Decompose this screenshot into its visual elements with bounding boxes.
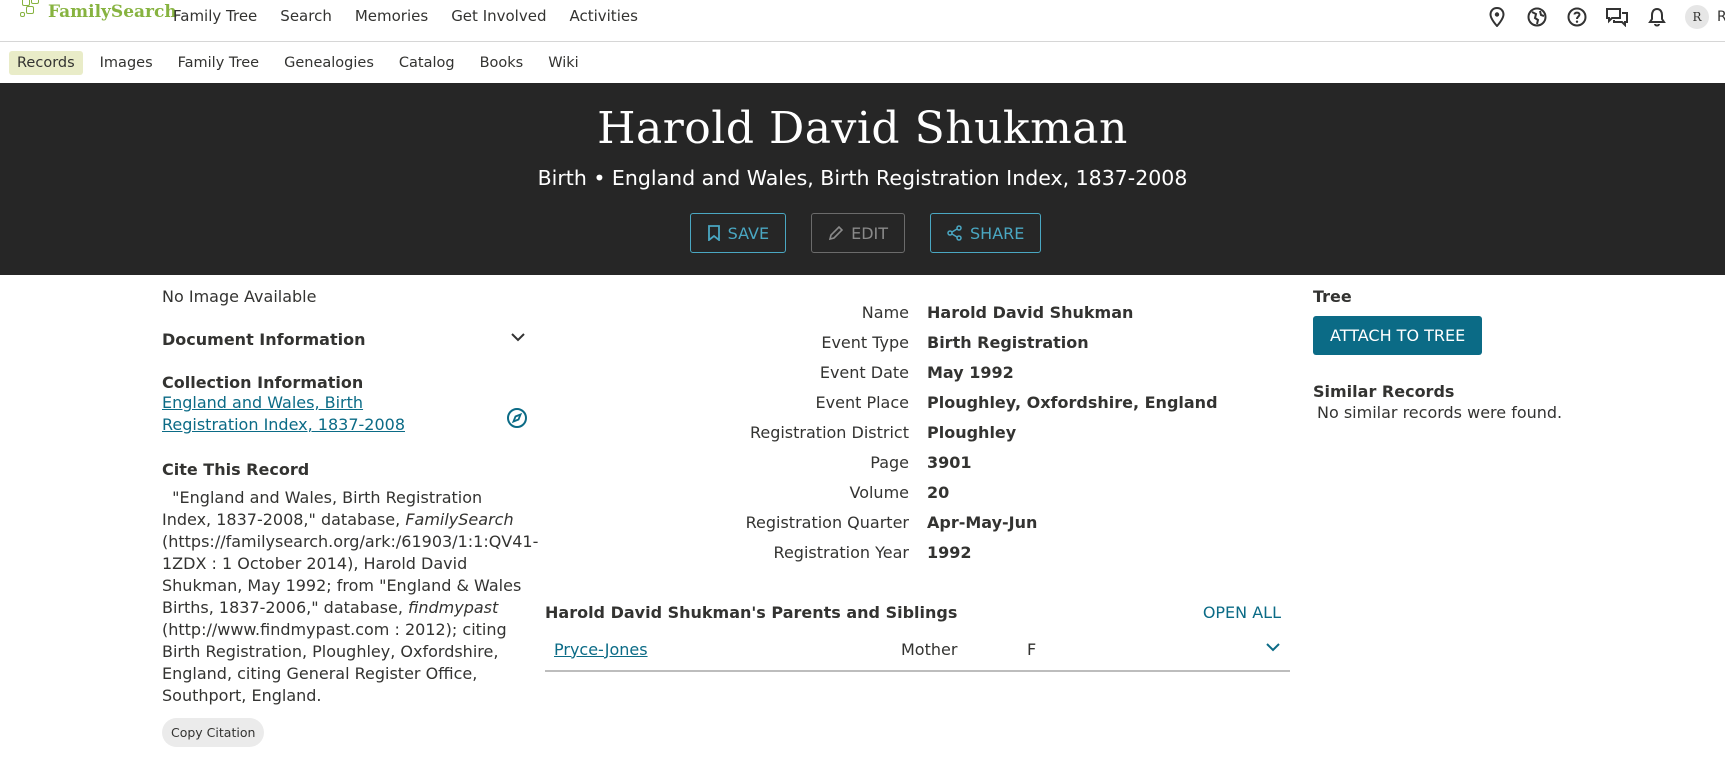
edit-button[interactable]: EDIT bbox=[811, 213, 905, 253]
fact-value: Apr-May-Jun bbox=[927, 512, 1038, 532]
open-all-button[interactable]: OPEN ALL bbox=[1203, 603, 1281, 622]
help-icon[interactable] bbox=[1565, 5, 1589, 29]
pencil-icon bbox=[828, 225, 844, 241]
collection-information: Collection Information England and Wales… bbox=[162, 373, 527, 436]
record-actions: SAVE EDIT SHARE bbox=[6, 213, 1725, 253]
subnav-records[interactable]: Records bbox=[9, 51, 83, 75]
subnav-books[interactable]: Books bbox=[472, 51, 532, 75]
right-column: Tree ATTACH TO TREE Similar Records No s… bbox=[1313, 287, 1633, 422]
fact-row-event-type: Event Type Birth Registration bbox=[545, 327, 1290, 357]
fact-row-registration-year: Registration Year 1992 bbox=[545, 537, 1290, 567]
share-label: SHARE bbox=[970, 223, 1025, 243]
fact-value: 3901 bbox=[927, 452, 972, 472]
parents-and-siblings: Harold David Shukman's Parents and Sibli… bbox=[545, 603, 1290, 672]
subnav-images[interactable]: Images bbox=[92, 51, 161, 75]
bookmark-icon bbox=[707, 225, 720, 241]
fact-row-event-date: Event Date May 1992 bbox=[545, 357, 1290, 387]
fact-row-registration-district: Registration District Ploughley bbox=[545, 417, 1290, 447]
save-button[interactable]: SAVE bbox=[689, 213, 787, 253]
fact-label: Event Place bbox=[815, 392, 909, 412]
save-label: SAVE bbox=[727, 223, 770, 243]
relatives-header: Harold David Shukman's Parents and Sibli… bbox=[545, 603, 1290, 622]
share-icon bbox=[947, 225, 962, 241]
fact-label: Registration Year bbox=[773, 542, 909, 562]
tree-logo-icon bbox=[20, 0, 46, 22]
fact-label: Event Type bbox=[821, 332, 909, 352]
cite-heading: Cite This Record bbox=[162, 460, 310, 479]
record-subtitle: Birth • England and Wales, Birth Registr… bbox=[537, 166, 1188, 190]
chevron-down-icon bbox=[511, 333, 525, 342]
fact-label: Registration District bbox=[749, 422, 909, 442]
fact-value: May 1992 bbox=[927, 362, 1014, 382]
fact-value: Ploughley bbox=[927, 422, 1017, 442]
nav-get-involved[interactable]: Get Involved bbox=[451, 7, 546, 25]
fact-label: Page bbox=[870, 452, 909, 472]
subnav-genealogies[interactable]: Genealogies bbox=[276, 51, 382, 75]
location-pin-icon[interactable] bbox=[1485, 5, 1509, 29]
citation-source-2: findmypast bbox=[408, 598, 499, 617]
fact-value: Ploughley, Oxfordshire, England bbox=[927, 392, 1218, 412]
copy-citation-button[interactable]: Copy Citation bbox=[162, 718, 265, 747]
share-button[interactable]: SHARE bbox=[930, 213, 1042, 253]
fact-value: Harold David Shukman bbox=[927, 302, 1134, 322]
relative-role: Mother bbox=[901, 639, 958, 659]
fact-label: Name bbox=[861, 302, 909, 322]
edit-label: EDIT bbox=[851, 223, 888, 243]
fact-row-volume: Volume 20 bbox=[545, 477, 1290, 507]
fact-value: 20 bbox=[927, 482, 950, 502]
fact-row-page: Page 3901 bbox=[545, 447, 1290, 477]
subnav-family-tree[interactable]: Family Tree bbox=[170, 51, 267, 75]
tree-heading: Tree bbox=[1313, 287, 1352, 306]
person-name-title: Harold David Shukman bbox=[597, 103, 1128, 154]
document-information-toggle[interactable]: Document Information bbox=[162, 330, 527, 349]
record-hero: Harold David Shukman Birth • England and… bbox=[0, 83, 1725, 275]
logo-text: FamilySearch bbox=[48, 2, 177, 22]
fact-row-name: Name Harold David Shukman bbox=[545, 297, 1290, 327]
relatives-heading: Harold David Shukman's Parents and Sibli… bbox=[545, 603, 958, 622]
chevron-down-icon[interactable] bbox=[1266, 642, 1280, 652]
collection-link[interactable]: England and Wales, Birth Registration In… bbox=[162, 392, 462, 436]
user-name-truncated[interactable]: R bbox=[1717, 9, 1725, 25]
relative-row: Pryce-Jones Mother F bbox=[545, 628, 1290, 672]
fact-label: Volume bbox=[849, 482, 909, 502]
document-information-heading: Document Information bbox=[162, 330, 366, 349]
citation-source-1: FamilySearch bbox=[405, 510, 514, 529]
subnav-catalog[interactable]: Catalog bbox=[391, 51, 463, 75]
left-column: No Image Available Document Information … bbox=[162, 287, 538, 747]
fact-value: Birth Registration bbox=[927, 332, 1089, 352]
no-image-text: No Image Available bbox=[162, 287, 317, 306]
nav-search[interactable]: Search bbox=[280, 7, 332, 25]
compass-icon[interactable] bbox=[506, 407, 528, 429]
subnav-wiki[interactable]: Wiki bbox=[540, 51, 586, 75]
main-nav: Family Tree Search Memories Get Involved… bbox=[173, 7, 661, 25]
globe-icon[interactable] bbox=[1525, 5, 1549, 29]
fact-value: 1992 bbox=[927, 542, 972, 562]
nav-memories[interactable]: Memories bbox=[355, 7, 428, 25]
nav-activities[interactable]: Activities bbox=[569, 7, 637, 25]
fact-row-registration-quarter: Registration Quarter Apr-May-Jun bbox=[545, 507, 1290, 537]
similar-records-empty-text: No similar records were found. bbox=[1317, 403, 1563, 422]
citation-text: "England and Wales, Birth Registration I… bbox=[162, 487, 538, 707]
messages-icon[interactable] bbox=[1605, 5, 1629, 29]
similar-records-heading: Similar Records bbox=[1313, 382, 1455, 401]
record-facts: Name Harold David Shukman Event Type Birth… bbox=[545, 297, 1290, 567]
relative-name-link[interactable]: Pryce-Jones bbox=[554, 640, 901, 659]
top-navigation-bar: FamilySearch Family Tree Search Memories… bbox=[0, 0, 1725, 42]
attach-to-tree-button[interactable]: ATTACH TO TREE bbox=[1313, 316, 1483, 355]
relative-sex: F bbox=[1027, 639, 1037, 659]
user-avatar[interactable]: R bbox=[1685, 5, 1709, 29]
bell-icon[interactable] bbox=[1645, 5, 1669, 29]
fact-label: Registration Quarter bbox=[745, 512, 909, 532]
header-icons: R R bbox=[1469, 5, 1725, 29]
records-subnav: Records Images Family Tree Genealogies C… bbox=[9, 51, 596, 75]
familysearch-logo[interactable]: FamilySearch bbox=[20, 0, 177, 30]
similar-records: Similar Records No similar records were … bbox=[1313, 382, 1633, 422]
nav-family-tree[interactable]: Family Tree bbox=[173, 7, 257, 25]
fact-label: Event Date bbox=[819, 362, 909, 382]
fact-row-event-place: Event Place Ploughley, Oxfordshire, Engla… bbox=[545, 387, 1290, 417]
cite-this-record: Cite This Record "England and Wales, Bir… bbox=[162, 460, 538, 747]
collection-heading: Collection Information bbox=[162, 373, 364, 392]
citation-part-3: (http://www.findmypast.com : 2012); citi… bbox=[162, 620, 507, 705]
